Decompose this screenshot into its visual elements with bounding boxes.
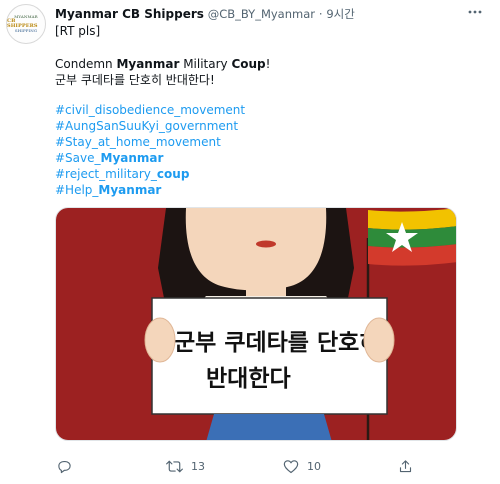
- retweet-icon: [166, 460, 183, 472]
- tweet-actions: 13 10: [55, 456, 475, 476]
- more-options-button[interactable]: [464, 2, 486, 22]
- reply-button[interactable]: [57, 456, 72, 476]
- author-name[interactable]: Myanmar CB Shippers: [55, 7, 204, 21]
- author-handle[interactable]: @CB_BY_Myanmar: [208, 7, 315, 21]
- separator-dot: ·: [318, 7, 323, 21]
- protest-sign: [151, 297, 388, 415]
- more-horizontal-icon: [468, 10, 482, 14]
- text-bold-coup: Coup: [231, 57, 266, 71]
- tweet-image[interactable]: 군부 쿠데타를 단호히 반대한다: [55, 207, 457, 441]
- hashtag-link[interactable]: #Save_Myanmar: [55, 150, 245, 166]
- like-button[interactable]: 10: [283, 456, 321, 476]
- tweet-text-english: Condemn Myanmar Military Coup!: [55, 56, 475, 72]
- tweet-card[interactable]: MYANMAR CB SHIPPERS SHIPPING Myanmar CB …: [0, 0, 500, 484]
- hashtag-list: #civil_disobedience_movement #AungSanSuu…: [55, 102, 245, 198]
- text-bold-myanmar: Myanmar: [116, 57, 180, 71]
- hashtag-link[interactable]: #Help_Myanmar: [55, 182, 245, 198]
- mouth: [256, 240, 276, 248]
- share-button[interactable]: [398, 456, 413, 476]
- text-segment: Condemn: [55, 57, 117, 71]
- text-segment: !: [265, 57, 271, 71]
- text-segment: Military: [179, 57, 232, 71]
- tweet-header: Myanmar CB Shippers @CB_BY_Myanmar · 9시간: [55, 5, 355, 23]
- tweet-text-korean: 군부 쿠데타를 단호히 반대한다!: [55, 73, 215, 87]
- hashtag-link[interactable]: #Stay_at_home_movement: [55, 134, 245, 150]
- sign-text-line2: 반대한다: [206, 366, 291, 392]
- right-hand: [363, 317, 395, 363]
- retweet-button[interactable]: 13: [166, 456, 205, 476]
- reply-icon: [58, 460, 71, 473]
- avatar[interactable]: MYANMAR CB SHIPPERS SHIPPING: [6, 4, 46, 44]
- timestamp[interactable]: 9시간: [326, 7, 354, 21]
- sign-text-line1: 군부 쿠데타를 단호히: [174, 330, 380, 356]
- protest-illustration: 군부 쿠데타를 단호히 반대한다: [56, 208, 456, 440]
- hashtag-link[interactable]: #reject_military_coup: [55, 166, 245, 182]
- hashtag-link[interactable]: #AungSanSuuKyi_government: [55, 118, 245, 134]
- like-count: 10: [307, 459, 321, 473]
- left-hand: [144, 317, 176, 363]
- heart-icon: [283, 459, 299, 473]
- skirt: [206, 414, 332, 440]
- retweet-count: 13: [191, 459, 205, 473]
- hashtag-link[interactable]: #civil_disobedience_movement: [55, 102, 245, 118]
- rt-request-text: [RT pls]: [55, 24, 101, 38]
- share-icon: [399, 459, 412, 472]
- face: [185, 208, 327, 291]
- avatar-text-line: SHIPPING: [14, 28, 38, 34]
